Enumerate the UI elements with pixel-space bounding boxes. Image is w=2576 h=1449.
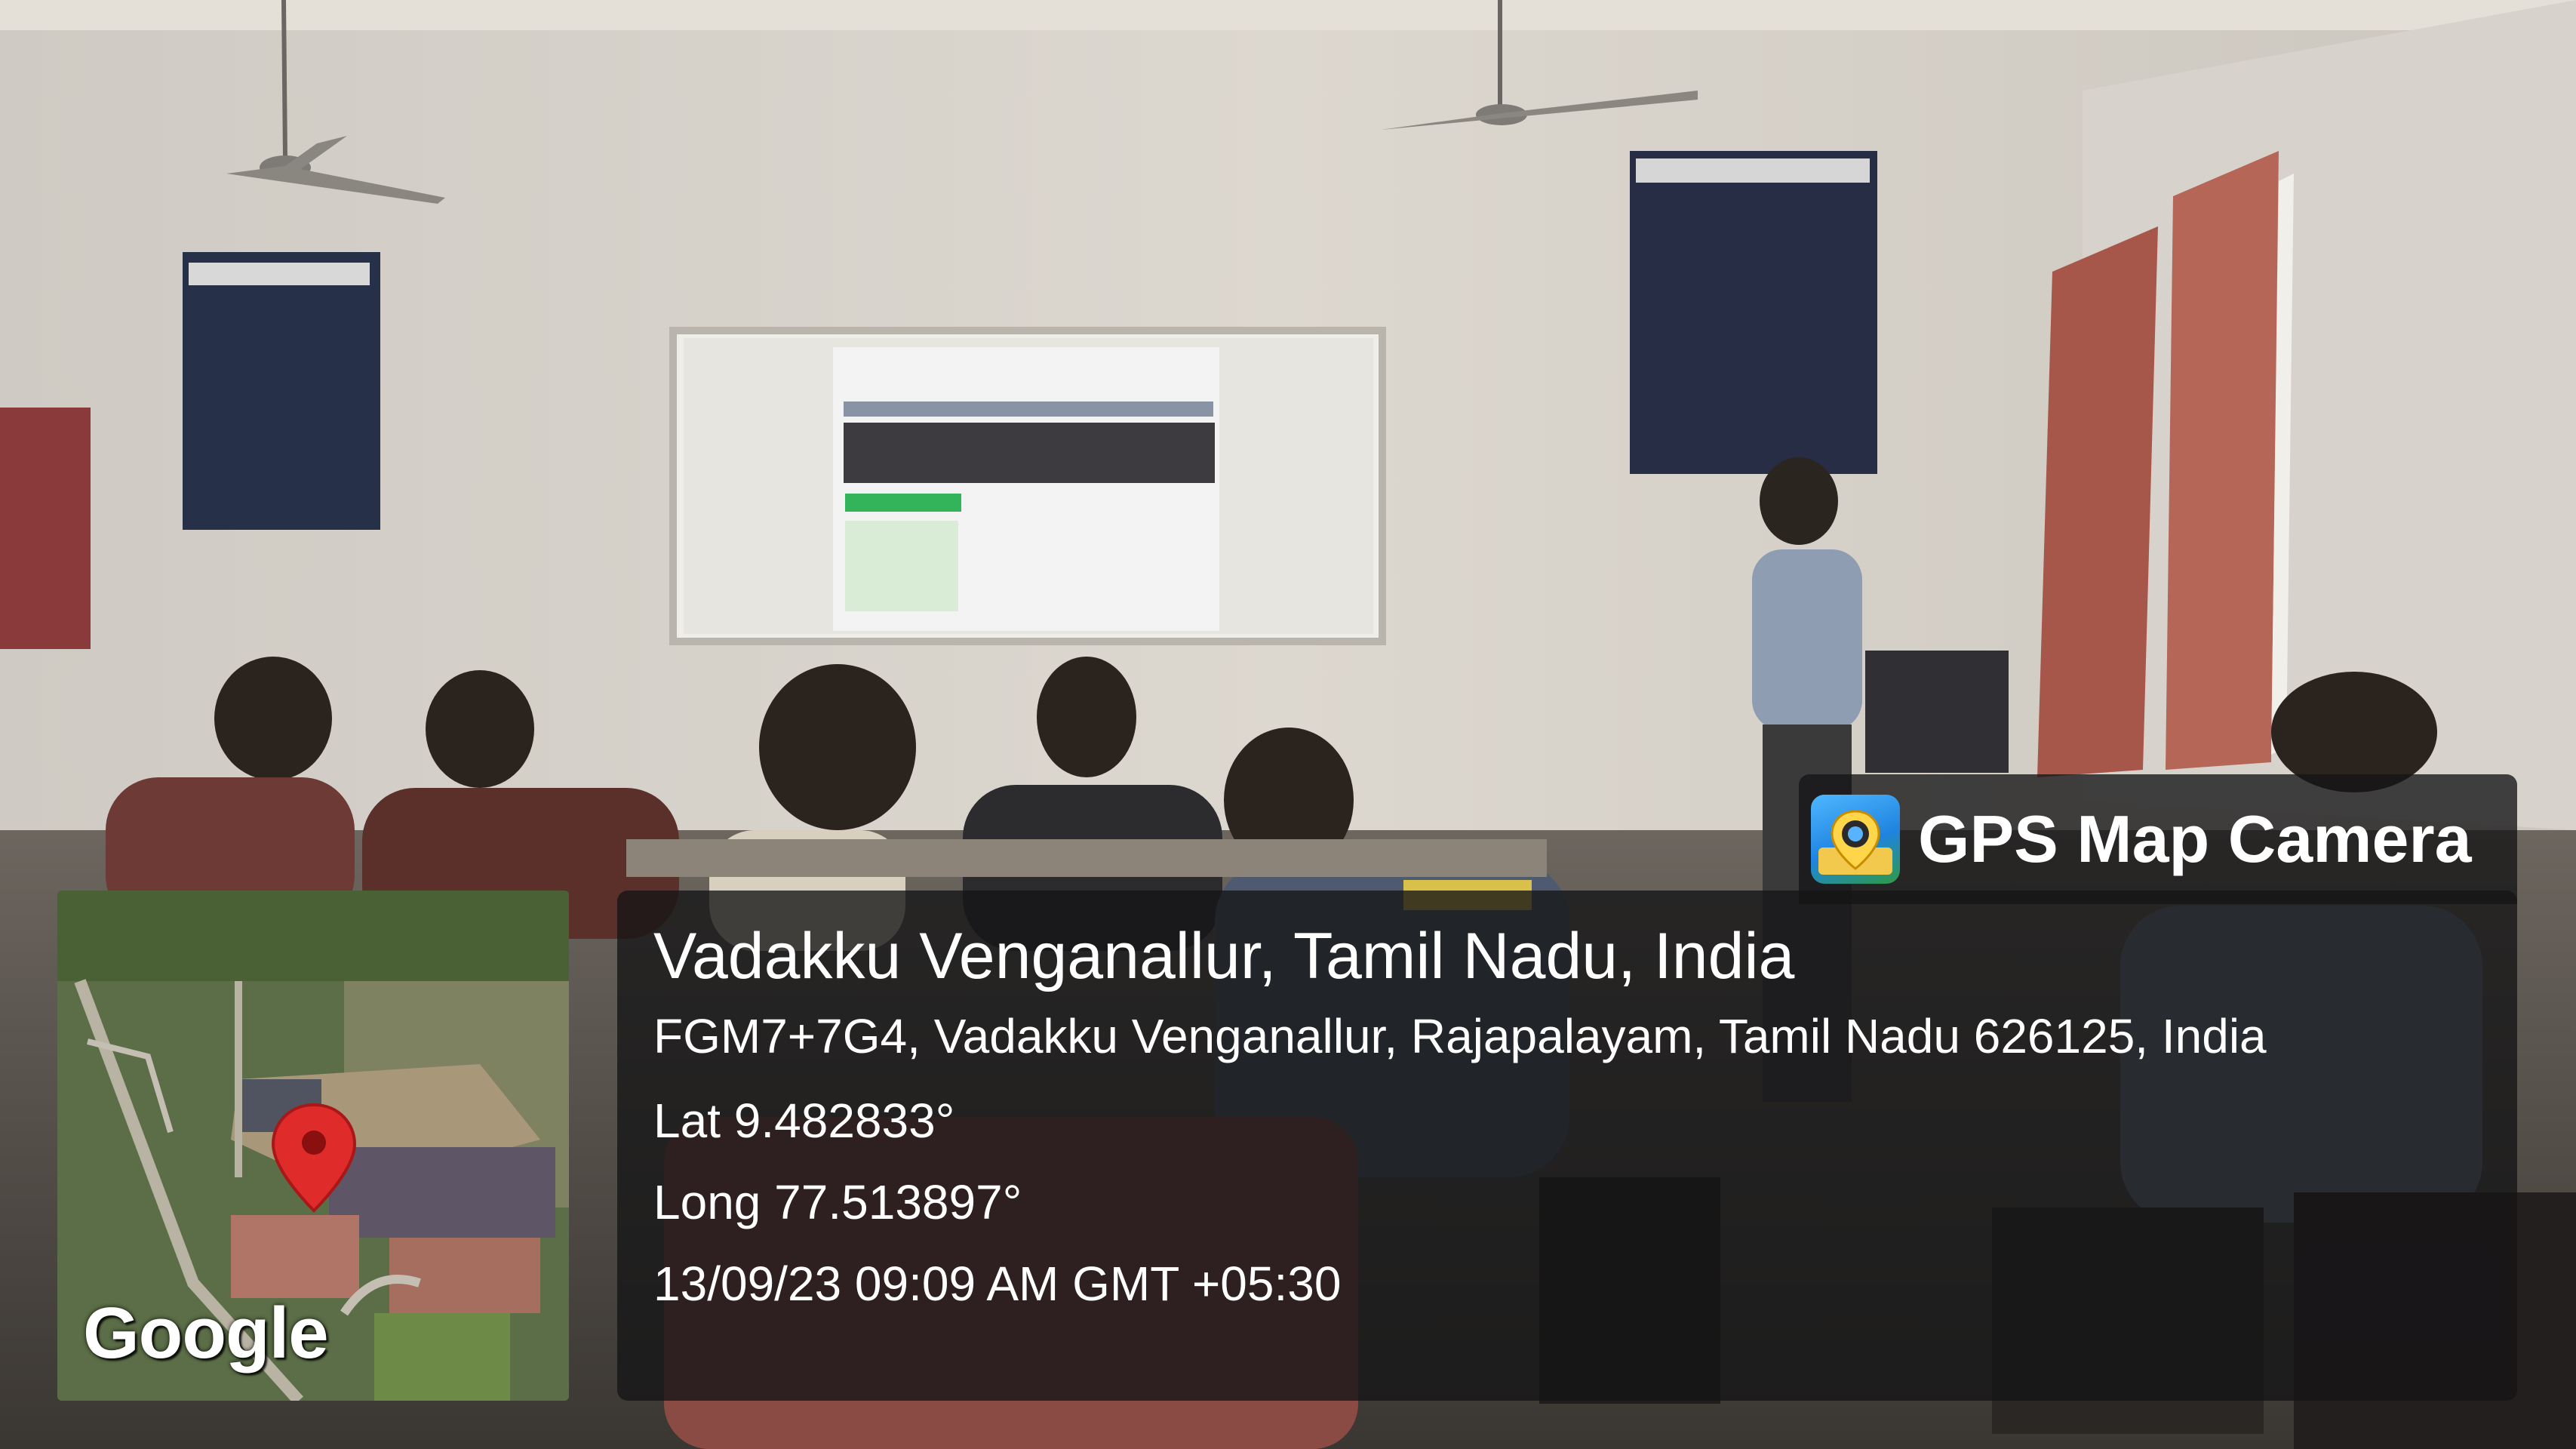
app-badge: GPS Map Camera [1799,774,2517,904]
google-map-logo: Google [83,1293,329,1374]
gps-camera-icon [1811,795,1900,884]
latitude-text: Lat 9.482833° [653,1094,955,1148]
longitude-text: Long 77.513897° [653,1175,1022,1229]
address-text: FGM7+7G4, Vadakku Venganallur, Rajapalay… [653,1009,2267,1063]
place-title: Vadakku Venganallur, Tamil Nadu, India [653,920,1795,992]
app-name-label: GPS Map Camera [1918,801,2472,876]
location-map-thumbnail: Google [57,891,569,1401]
datetime-text: 13/09/23 09:09 AM GMT +05:30 [653,1257,1342,1311]
